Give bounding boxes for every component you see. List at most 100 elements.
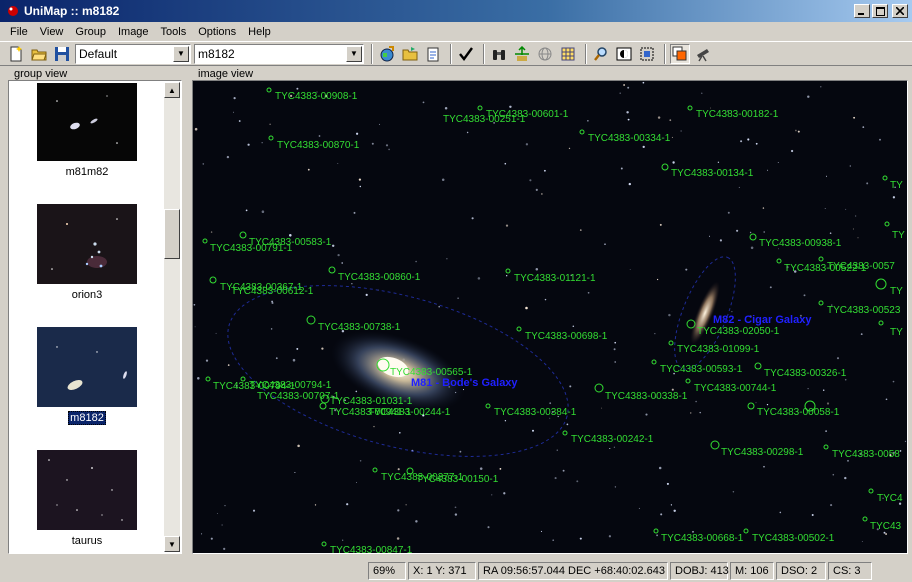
star-label[interactable]: TYC4383-00338-1: [605, 391, 688, 402]
menu-image[interactable]: Image: [112, 26, 155, 38]
star-label[interactable]: TYC4383-00738-1: [318, 322, 401, 333]
background-star: [629, 269, 631, 270]
star-label[interactable]: TYC4383-00791-1: [210, 243, 293, 254]
fit-window-button[interactable]: [637, 44, 657, 64]
chevron-down-icon[interactable]: ▼: [346, 45, 362, 62]
star-label[interactable]: TYC4383-02050-1: [697, 326, 780, 337]
save-image-button[interactable]: [423, 44, 443, 64]
star-label[interactable]: TYC4383-00182-1: [696, 109, 779, 120]
zoom-button[interactable]: [591, 44, 611, 64]
star-label[interactable]: TYC4383-00523: [827, 305, 901, 316]
scroll-up-button[interactable]: ▲: [164, 82, 180, 98]
background-star: [351, 283, 353, 285]
star-label[interactable]: TYC4383-00384-1: [494, 407, 577, 418]
thumbnail-item-m8182[interactable]: m8182: [11, 327, 163, 442]
background-star: [446, 258, 448, 260]
star-label[interactable]: TYC4383-00794-1: [249, 380, 332, 391]
star-label[interactable]: TYC4383-00298-1: [721, 447, 804, 458]
menu-file[interactable]: File: [4, 26, 34, 38]
star-label[interactable]: TY: [890, 180, 903, 191]
sky-grid-button[interactable]: [535, 44, 555, 64]
star-label[interactable]: TYC4383-00334-1: [588, 133, 671, 144]
star-label[interactable]: TYC43: [870, 521, 902, 532]
star-label[interactable]: TYC4383-00251-1: [443, 114, 526, 125]
star-label[interactable]: TYC4383-00860-1: [338, 272, 421, 283]
star-label[interactable]: TYC4383-00244-1: [368, 407, 451, 418]
star-label[interactable]: TYC4383-01031-1: [330, 396, 413, 407]
star-label[interactable]: TY: [892, 230, 905, 241]
menu-help[interactable]: Help: [242, 26, 277, 38]
menu-tools[interactable]: Tools: [155, 26, 193, 38]
status-bar: 69% X: 1 Y: 371 RA 09:56:57.044 DEC +68:…: [0, 560, 912, 582]
star-label[interactable]: TYC4383-00326-1: [764, 368, 847, 379]
scroll-down-button[interactable]: ▼: [164, 536, 180, 552]
solve-button[interactable]: [456, 44, 476, 64]
new-button[interactable]: [6, 44, 26, 64]
open-group-button[interactable]: [400, 44, 420, 64]
star-label[interactable]: TYC4383-00058-1: [757, 407, 840, 418]
group-view-scrollbar[interactable]: ▲ ▼: [164, 82, 180, 552]
background-star: [613, 446, 616, 448]
background-star: [353, 211, 356, 214]
star-label[interactable]: TYC4383-00242-1: [571, 434, 654, 445]
star-label[interactable]: TYC4383-00668-1: [661, 533, 744, 544]
star-label[interactable]: TYC4383-0057: [827, 261, 895, 272]
star-label[interactable]: TYC4383-00870-1: [277, 140, 360, 151]
image-combo[interactable]: m8182 ▼: [194, 43, 364, 64]
menu-options[interactable]: Options: [192, 26, 242, 38]
area-button[interactable]: [512, 44, 532, 64]
thumbnail-item-taurus[interactable]: taurus: [11, 450, 163, 551]
background-star: [844, 378, 847, 381]
close-button[interactable]: [892, 4, 908, 18]
background-star: [795, 129, 797, 132]
star-label[interactable]: TYC4383-01121-1: [514, 273, 596, 284]
star-label[interactable]: TYC4383-00612-1: [231, 286, 314, 297]
telescope-button[interactable]: [693, 44, 713, 64]
background-star: [708, 235, 711, 237]
background-star: [477, 277, 481, 280]
star-label[interactable]: TYC4383-00908-1: [275, 91, 358, 102]
star-label[interactable]: TY: [890, 286, 903, 297]
image-view-canvas[interactable]: M81 - Bode's Galaxy M82 - Cigar Galaxy T…: [192, 80, 908, 554]
star-label[interactable]: TYC4383-0058: [832, 449, 900, 460]
load-image-button[interactable]: [377, 44, 397, 64]
profile-combo[interactable]: Default ▼: [75, 43, 191, 64]
star-label[interactable]: TYC4383-00593-1: [660, 364, 743, 375]
background-star: [587, 120, 589, 122]
star-label[interactable]: TY: [890, 327, 903, 338]
minimize-button[interactable]: [854, 4, 870, 18]
find-objects-button[interactable]: [489, 44, 509, 64]
dso-label-m81[interactable]: M81 - Bode's Galaxy: [411, 377, 518, 389]
star-label[interactable]: TYC4383-00565-1: [390, 367, 473, 378]
background-star: [666, 482, 669, 485]
menu-group[interactable]: Group: [69, 26, 112, 38]
star-label[interactable]: TYC4383-00707-1: [257, 391, 340, 402]
scroll-thumb[interactable]: [164, 209, 180, 259]
chevron-down-icon[interactable]: ▼: [173, 45, 189, 62]
maximize-button[interactable]: [872, 4, 888, 18]
sky-image[interactable]: M81 - Bode's Galaxy M82 - Cigar Galaxy T…: [193, 81, 907, 553]
detach-window-button[interactable]: [670, 43, 690, 64]
star-label[interactable]: TYC4383-00744-1: [694, 383, 777, 394]
dso-label-m82[interactable]: M82 - Cigar Galaxy: [713, 314, 812, 326]
star-label[interactable]: TYC4383-00134-1: [671, 168, 754, 179]
save-button[interactable]: [52, 44, 72, 64]
background-star: [399, 432, 401, 434]
globe-open-icon: [380, 45, 394, 61]
star-label[interactable]: TYC4: [877, 493, 903, 504]
contrast-button[interactable]: [614, 44, 634, 64]
background-star: [296, 347, 299, 350]
grid-button[interactable]: [558, 44, 578, 64]
star-label[interactable]: TYC4383-00150-1: [416, 474, 499, 485]
star-label[interactable]: TYC4383-01099-1: [677, 344, 760, 355]
star-label[interactable]: TYC4383-00938-1: [759, 238, 842, 249]
star-label[interactable]: TYC4383-00502-1: [752, 533, 835, 544]
star-label[interactable]: TYC4383-00698-1: [525, 331, 608, 342]
open-button[interactable]: [29, 44, 49, 64]
background-star: [505, 224, 509, 227]
thumbnail-item-orion3[interactable]: orion3: [11, 204, 163, 319]
menu-view[interactable]: View: [34, 26, 70, 38]
thumbnail-item-m81m82[interactable]: m81m82: [11, 83, 163, 196]
background-star: [671, 136, 673, 138]
star-label[interactable]: TYC4383-00847-1: [330, 545, 413, 553]
